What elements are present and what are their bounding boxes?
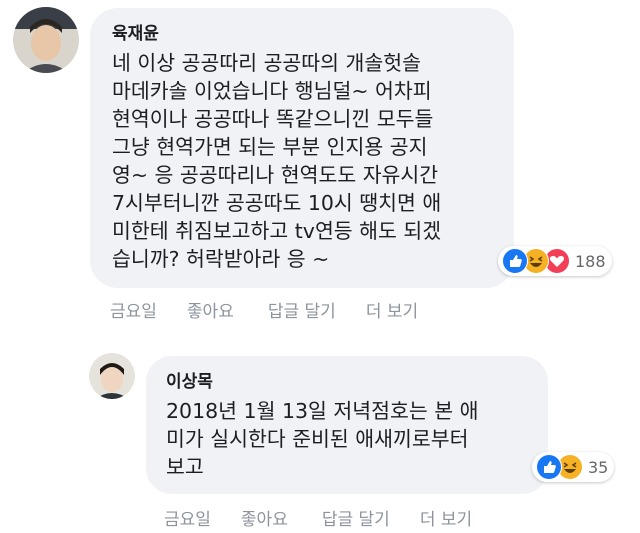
more-button[interactable]: 더 보기 bbox=[366, 297, 418, 322]
reply-button[interactable]: 답글 달기 bbox=[322, 505, 390, 530]
timestamp[interactable]: 금요일 bbox=[164, 505, 211, 530]
more-button[interactable]: 더 보기 bbox=[420, 505, 472, 530]
reaction-count: 188 bbox=[575, 251, 606, 271]
timestamp[interactable]: 금요일 bbox=[110, 297, 157, 322]
reaction-summary[interactable]: 35 bbox=[532, 452, 615, 482]
like-button[interactable]: 좋아요 bbox=[241, 505, 288, 530]
reply-button[interactable]: 답글 달기 bbox=[268, 297, 336, 322]
comment-text: 네 이상 공공따리 공공따의 개솔헛솔 마데카솔 이었습니다 행님덜~ 어차피 … bbox=[112, 51, 442, 271]
reply-actions: 금요일 좋아요 답글 달기 더 보기 bbox=[164, 505, 472, 530]
comment-actions: 금요일 좋아요 답글 달기 더 보기 bbox=[110, 297, 418, 322]
reaction-count: 35 bbox=[588, 457, 609, 477]
like-button[interactable]: 좋아요 bbox=[187, 297, 234, 322]
comment-author[interactable]: 육재윤 bbox=[112, 19, 159, 44]
reaction-summary[interactable]: 188 bbox=[498, 246, 612, 276]
avatar[interactable] bbox=[89, 353, 135, 399]
reply-text: 2018년 1월 13일 저녁점호는 본 애 미가 실시한다 준비된 애새끼로부… bbox=[166, 399, 479, 479]
reply-author[interactable]: 이상목 bbox=[166, 367, 213, 392]
like-icon bbox=[502, 248, 528, 274]
like-icon bbox=[536, 454, 562, 480]
avatar[interactable] bbox=[13, 7, 79, 73]
